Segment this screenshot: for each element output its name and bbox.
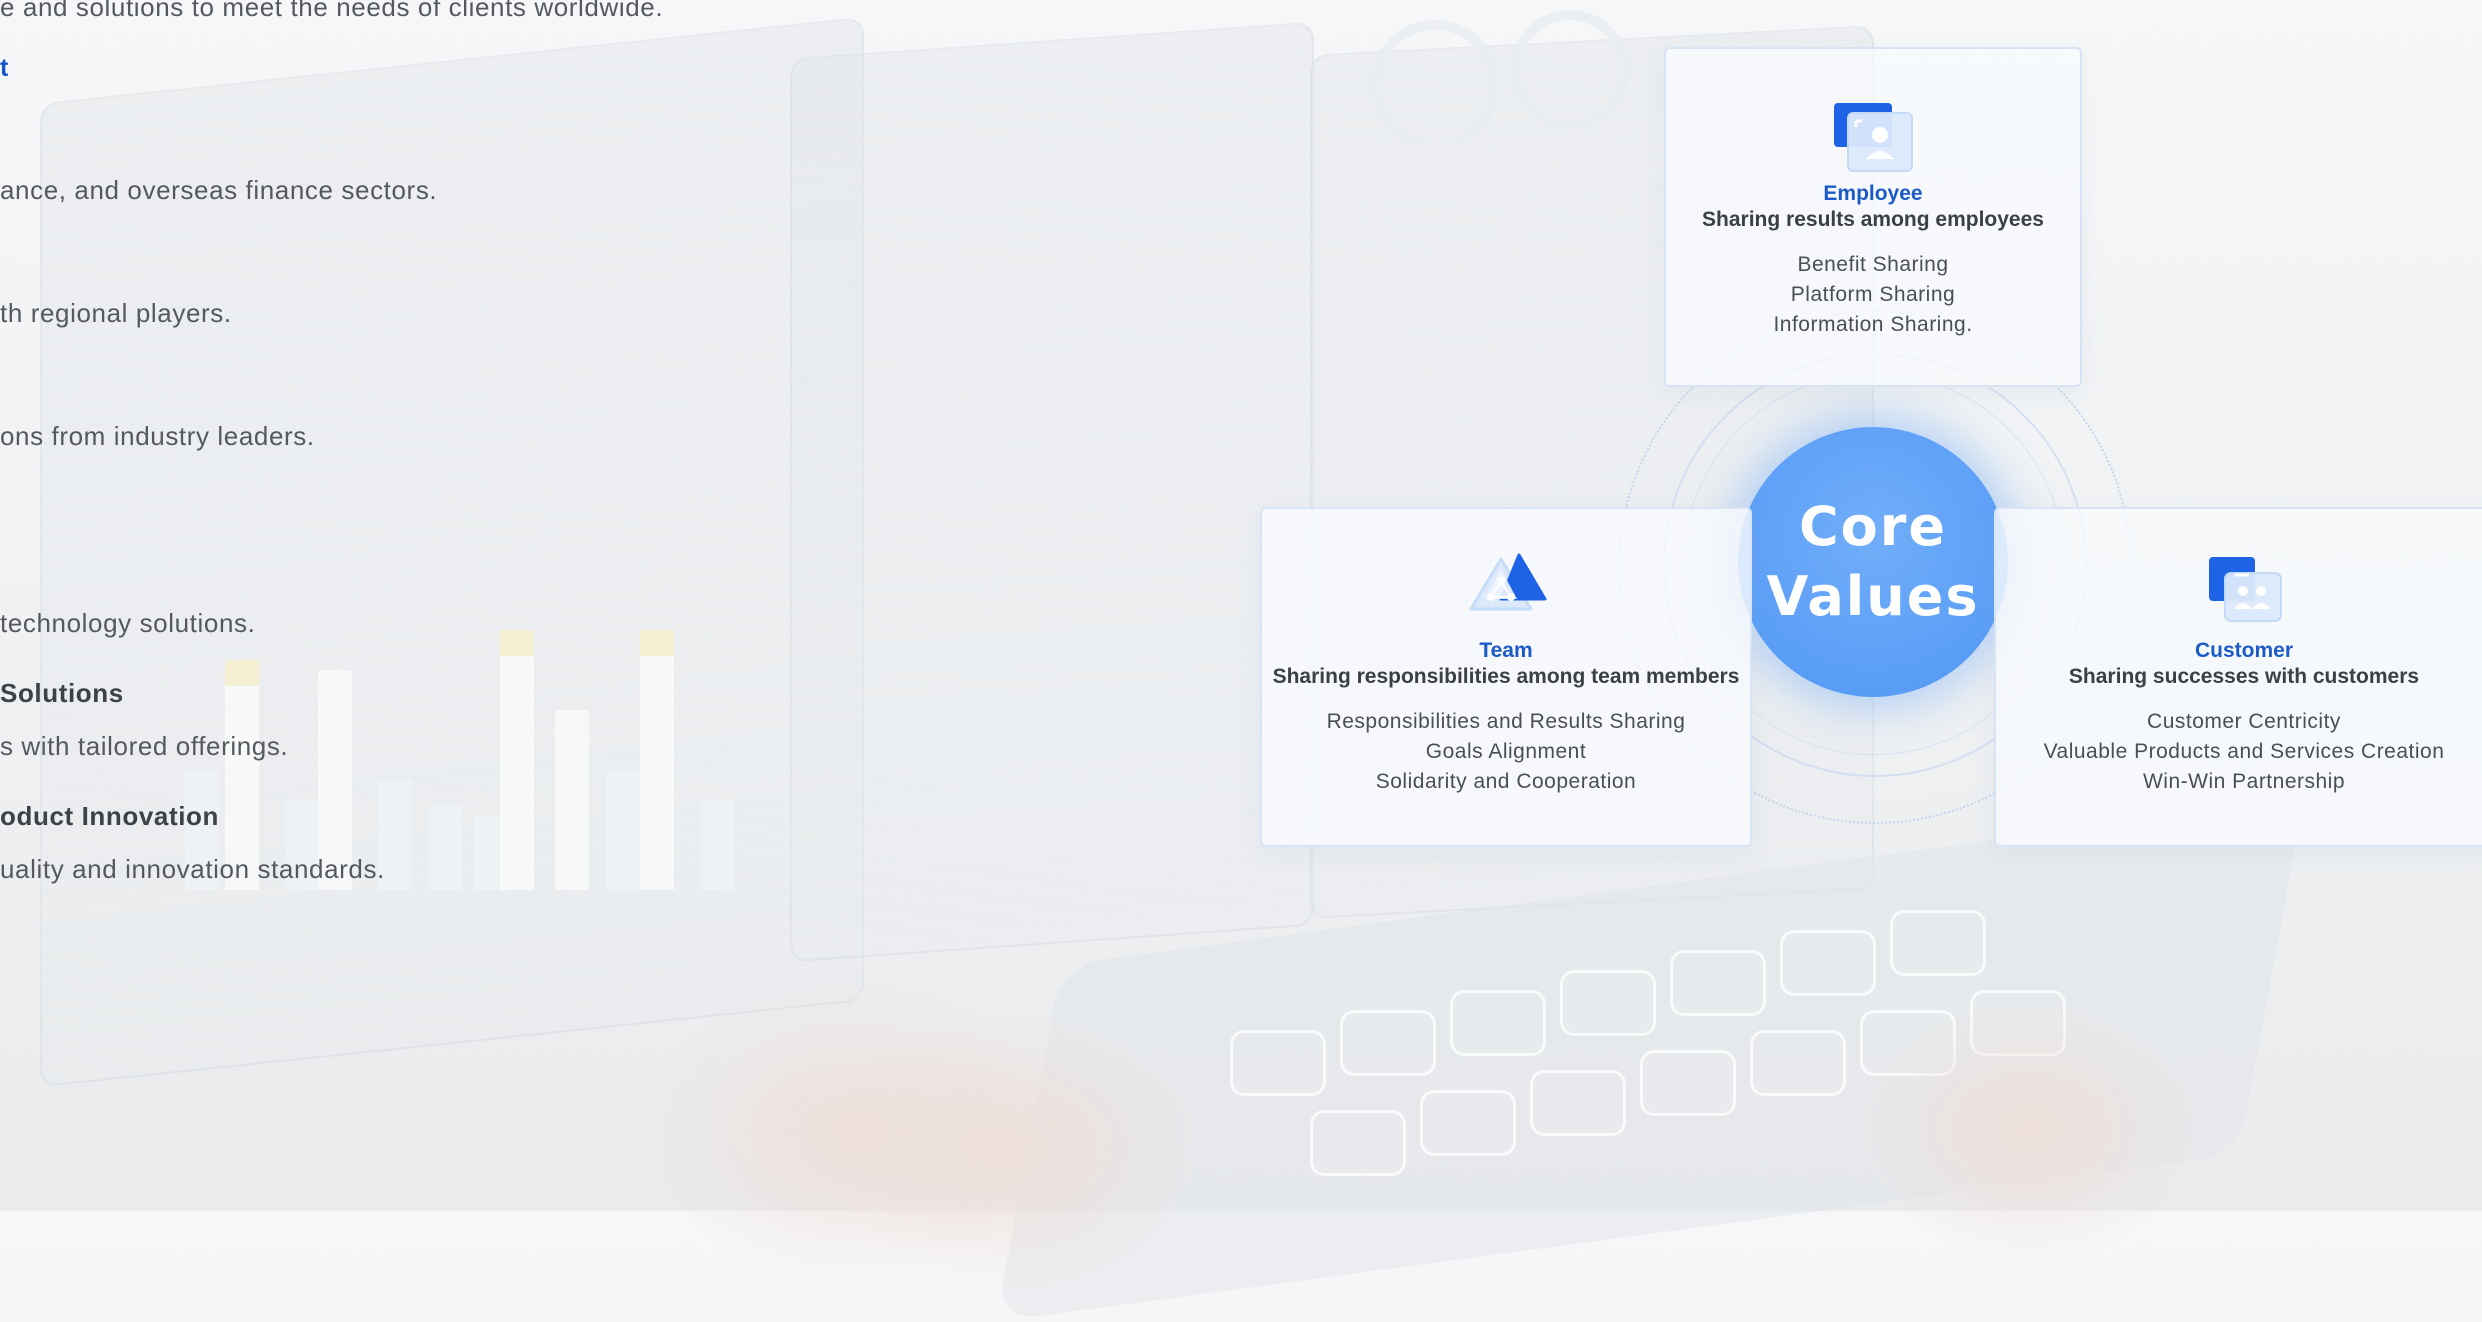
list-item: Platform Sharing [1790, 283, 1956, 306]
team-items: Responsibilities and Results Sharing Goa… [1262, 707, 1750, 797]
company-overview-text: e and solutions to meet the needs of cli… [0, 0, 900, 1211]
list-item: Valuable Products and Services Creation [2043, 740, 2445, 763]
regional-players-text: th regional players. [0, 298, 232, 328]
solutions-heading: Solutions [0, 678, 124, 708]
employee-profile-icon [1828, 97, 1918, 177]
team-subtitle: Sharing responsibilities among team memb… [1272, 665, 1740, 688]
intro-text: e and solutions to meet the needs of cli… [0, 0, 664, 22]
customer-items: Customer Centricity Valuable Products an… [1996, 707, 2482, 797]
customer-title: Customer [2194, 639, 2294, 662]
list-item: Benefit Sharing [1797, 253, 1949, 276]
list-item: Responsibilities and Results Sharing [1326, 710, 1686, 733]
employee-subtitle: Sharing results among employees [1702, 208, 2044, 231]
employee-items: Benefit Sharing Platform Sharing Informa… [1666, 250, 2080, 340]
list-item: Solidarity and Cooperation [1375, 770, 1637, 793]
list-item: Goals Alignment [1425, 740, 1587, 763]
team-title: Team [1479, 639, 1533, 662]
list-item: Customer Centricity [2147, 710, 2341, 733]
learn-more-link[interactable]: t [0, 54, 9, 83]
list-item: Information Sharing. [1773, 313, 1973, 336]
customer-subtitle: Sharing successes with customers [2068, 665, 2420, 688]
list-item: Win-Win Partnership [2142, 770, 2346, 793]
technology-solutions-text: technology solutions. [0, 608, 256, 638]
core-values-label-line2: Values [1766, 565, 1980, 628]
tailored-offerings-text: s with tailored offerings. [0, 731, 289, 761]
employee-card: Employee Sharing results among employees… [1664, 47, 2082, 387]
industry-leaders-text: ons from industry leaders. [0, 421, 315, 451]
customer-group-icon [2199, 551, 2289, 631]
employee-title: Employee [1823, 182, 1923, 205]
quality-innovation-text: uality and innovation standards. [0, 854, 385, 884]
team-network-icon [1461, 551, 1551, 631]
core-values-label-line1: Core [1799, 495, 1947, 558]
customer-card: Customer Sharing successes with customer… [1994, 507, 2482, 847]
product-innovation-heading: oduct Innovation [0, 801, 220, 831]
team-card: Team Sharing responsibilities among team… [1260, 507, 1752, 847]
core-values-center: Core Values [1738, 427, 2008, 697]
finance-sectors-text: ance, and overseas finance sectors. [0, 175, 438, 205]
